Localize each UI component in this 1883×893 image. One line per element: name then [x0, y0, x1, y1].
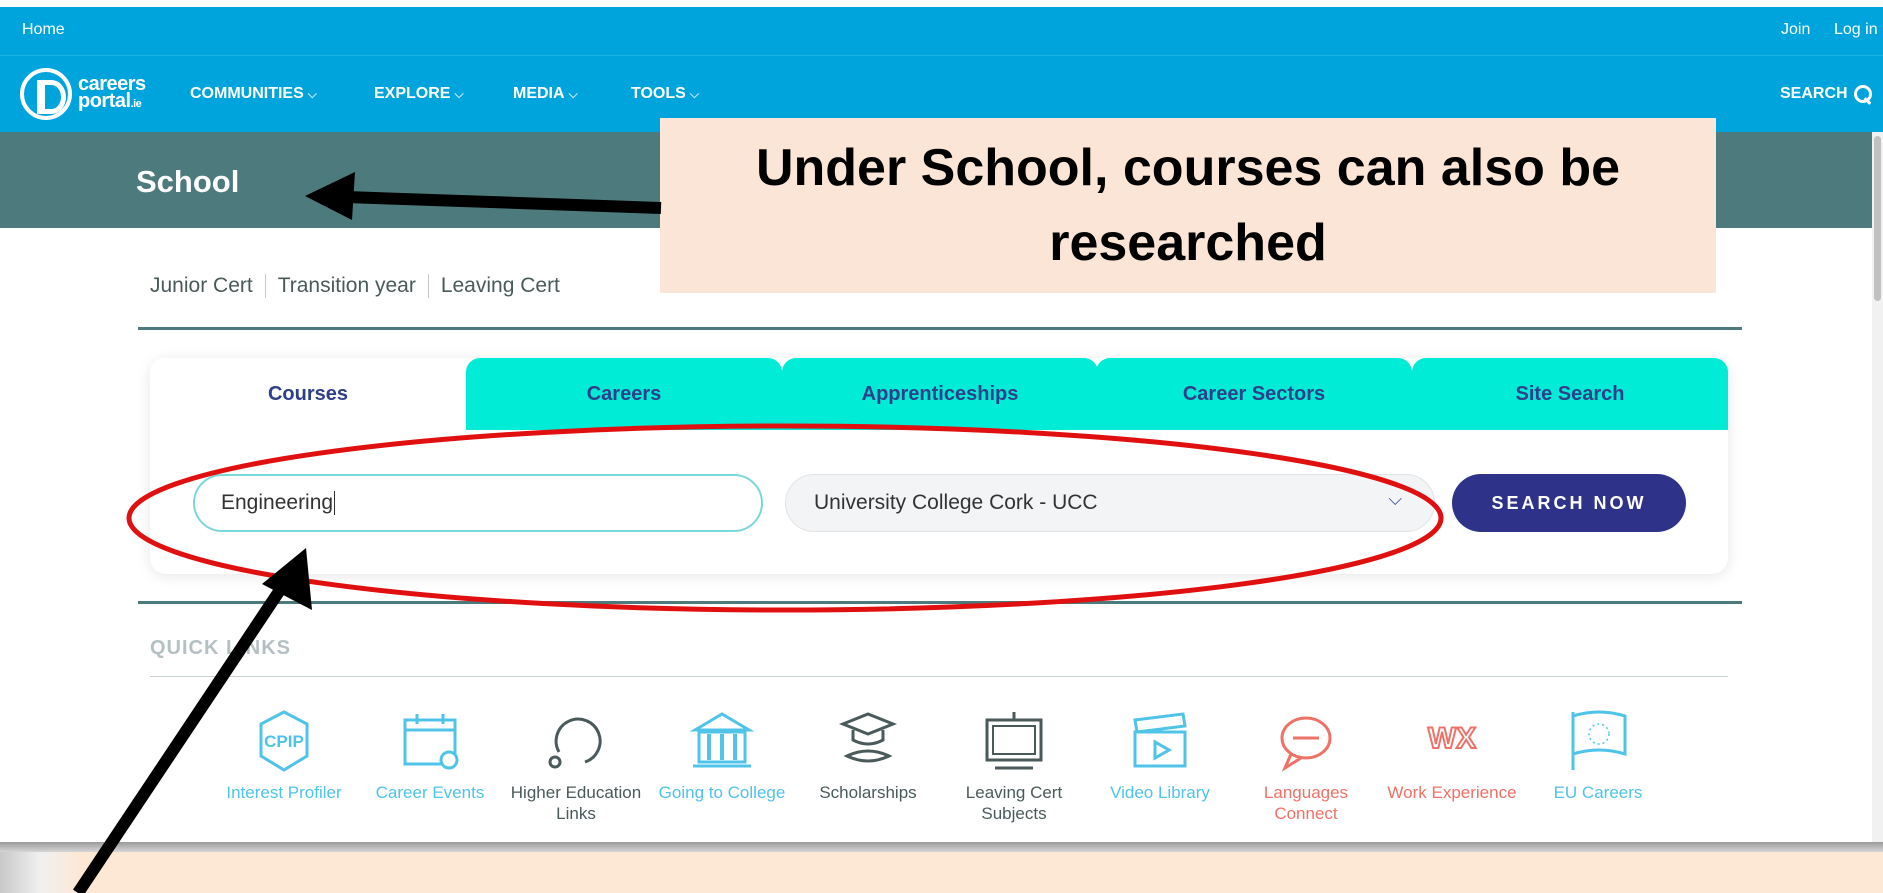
course-search-value: Engineering: [221, 491, 334, 514]
logo-text: careers portal.ie: [78, 74, 146, 113]
chevron-down-icon: ⌵: [689, 86, 699, 101]
top-bar: Home Join Log in: [0, 7, 1883, 55]
quick-link-label: Leaving Cert Subjects: [965, 783, 1063, 823]
tab-site-search[interactable]: Site Search: [1412, 358, 1728, 430]
quick-link-label: Languages Connect: [1263, 783, 1349, 823]
careersportal-logo[interactable]: careers portal.ie: [20, 68, 146, 120]
chevron-down-icon: ⌵: [307, 86, 317, 101]
quick-link-label: Work Experience: [1387, 783, 1517, 802]
quick-link-label: Interest Profiler: [226, 783, 342, 802]
quick-link-label: Higher Education Links: [510, 783, 642, 823]
page-scrollbar[interactable]: [1872, 132, 1883, 842]
nav-search-button[interactable]: SEARCH: [1780, 85, 1872, 103]
cpip-badge-icon: CPIP: [259, 710, 309, 772]
clapperboard-icon: [1133, 712, 1187, 768]
nav-media-label: MEDIA: [513, 85, 565, 102]
quick-link-label: EU Careers: [1553, 783, 1643, 802]
loop-icon: [548, 717, 602, 769]
chevron-down-icon: ⌵: [568, 86, 578, 101]
nav-communities-label: COMMUNITIES: [190, 85, 304, 102]
slide-callout-strip: [0, 852, 1883, 893]
quick-link-cpip-badge[interactable]: CPIP Interest Profiler: [214, 706, 354, 803]
nav-explore-label: EXPLORE: [374, 85, 451, 102]
annotation-callout: Under School, courses can also be resear…: [660, 118, 1716, 293]
nav-tools[interactable]: TOOLS ⌵: [631, 85, 699, 103]
quick-link-clapperboard[interactable]: Video Library: [1090, 706, 1230, 803]
sublink-junior-cert[interactable]: Junior Cert: [150, 274, 265, 298]
tab-careers[interactable]: Careers: [466, 358, 782, 430]
college-selected-value: University College Cork - UCC: [814, 491, 1098, 514]
scrollbar-thumb[interactable]: [1874, 136, 1881, 301]
quick-link-wx-logo[interactable]: WX Work Experience: [1382, 706, 1522, 803]
tab-career-sectors[interactable]: Career Sectors: [1096, 358, 1412, 430]
school-sublinks: Junior Cert Transition year Leaving Cert: [150, 274, 572, 298]
search-icon: [1853, 85, 1872, 103]
nav-explore[interactable]: EXPLORE ⌵: [374, 85, 464, 103]
course-search-input[interactable]: Engineering: [193, 474, 763, 532]
chevron-down-icon: ⌵: [454, 86, 464, 101]
svg-text:CPIP: CPIP: [264, 732, 304, 751]
search-card: Courses Careers Apprenticeships Career S…: [150, 358, 1728, 574]
chevron-down-icon: ⌵: [1388, 489, 1402, 509]
wx-logo-icon: WX: [1427, 721, 1477, 756]
quick-link-label: Career Events: [375, 783, 485, 802]
quick-link-label: Going to College: [658, 783, 786, 802]
quick-link-subjects-board[interactable]: Leaving Cert Subjects: [944, 706, 1084, 824]
nav-communities[interactable]: COMMUNITIES ⌵: [190, 85, 317, 103]
home-link[interactable]: Home: [22, 21, 65, 39]
text-caret: [334, 491, 336, 515]
tab-apprenticeships[interactable]: Apprenticeships: [782, 358, 1098, 430]
svg-text:WX: WX: [1428, 722, 1476, 755]
logo-suffix: .ie: [130, 97, 142, 110]
quick-links-divider: [150, 676, 1728, 677]
nav-search-label: SEARCH: [1780, 85, 1848, 102]
logo-line-2: portal: [78, 89, 131, 112]
quick-link-label: Video Library: [1110, 783, 1210, 802]
quick-link-loop[interactable]: Higher Education Links: [506, 706, 646, 824]
join-link[interactable]: Join: [1781, 21, 1810, 39]
quick-link-calendar[interactable]: Career Events: [360, 706, 500, 803]
quick-link-speech-bubbles[interactable]: Languages Connect: [1236, 706, 1376, 824]
tab-courses[interactable]: Courses: [150, 358, 466, 430]
divider: [138, 601, 1742, 604]
sublink-leaving-cert[interactable]: Leaving Cert: [427, 274, 572, 298]
quick-link-eu-flag[interactable]: EU Careers: [1528, 706, 1668, 803]
speech-bubbles-icon: [1280, 716, 1332, 772]
calendar-icon: [403, 714, 459, 770]
graduation-cap-icon: [838, 712, 898, 763]
college-select[interactable]: University College Cork - UCC ⌵: [785, 474, 1435, 532]
search-now-button[interactable]: SEARCH NOW: [1452, 474, 1686, 532]
divider: [138, 327, 1742, 330]
subjects-board-icon: [985, 712, 1043, 770]
quick-link-label: Scholarships: [819, 783, 917, 802]
nav-tools-label: TOOLS: [631, 85, 686, 102]
slide-shadow: [0, 842, 1883, 852]
page-title: School: [136, 164, 240, 199]
eu-flag-icon: [1571, 710, 1627, 770]
quick-link-graduation-cap[interactable]: Scholarships: [798, 706, 938, 803]
quick-link-college-building[interactable]: Going to College: [652, 706, 792, 803]
login-link[interactable]: Log in: [1834, 21, 1878, 39]
college-building-icon: [689, 712, 755, 768]
sublink-transition-year[interactable]: Transition year: [264, 274, 428, 298]
nav-media[interactable]: MEDIA ⌵: [513, 85, 578, 103]
quick-links-title: QUICK LINKS: [150, 637, 291, 659]
logo-mark-icon: [20, 68, 72, 120]
